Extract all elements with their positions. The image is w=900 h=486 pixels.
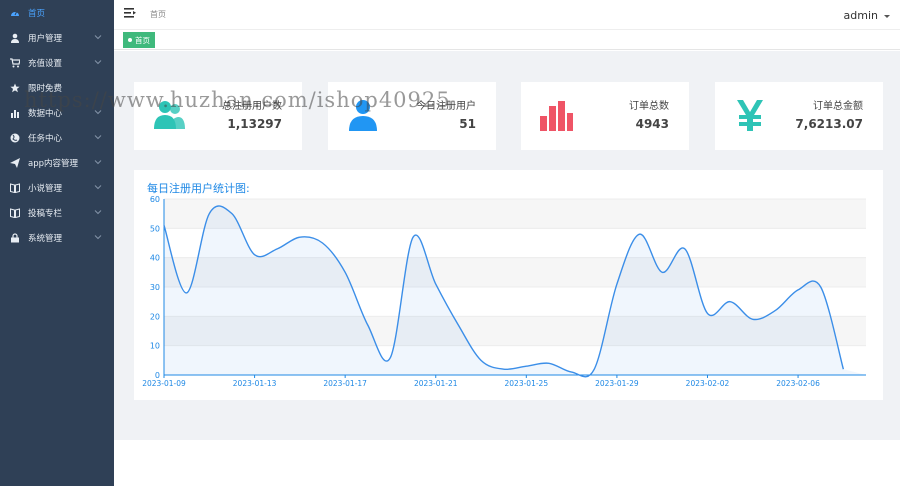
y-tick-label: 60 bbox=[150, 195, 160, 204]
top-header: 首页 admin bbox=[114, 0, 900, 30]
x-tick-label: 2023-01-17 bbox=[323, 379, 367, 388]
chevron-down-icon bbox=[94, 133, 102, 141]
sidebar-item-label: 用户管理 bbox=[28, 33, 63, 44]
x-tick-label: 2023-02-02 bbox=[686, 379, 730, 388]
dashboard-icon bbox=[9, 7, 20, 18]
stat-value: 7,6213.07 bbox=[795, 117, 863, 131]
yen-icon bbox=[737, 100, 763, 131]
grid-band bbox=[164, 199, 866, 229]
x-tick-label: 2023-01-13 bbox=[233, 379, 277, 388]
y-tick-label: 30 bbox=[150, 283, 160, 292]
sidebar-item-label: app内容管理 bbox=[28, 158, 79, 169]
stat-card-order-count: 订单总数 4943 bbox=[521, 82, 689, 150]
registration-chart-panel: 0 10 20 30 40 50 60 2023-01-09 2023-01-13 2023-01… bbox=[134, 170, 883, 400]
bar-chart-icon bbox=[540, 101, 573, 131]
x-tick-label: 2023-01-09 bbox=[142, 379, 186, 388]
sidebar-item-label: 任务中心 bbox=[28, 133, 63, 144]
sidebar: 首页 用户管理 充值设置 限时免费 数据中心 任务中心 app内容管理 小说管理 投稿专栏 系统管… bbox=[0, 0, 114, 486]
send-icon bbox=[9, 157, 20, 168]
registration-chart: 01020304050602023-01-09 2023-01-13 2023-01… bbox=[142, 195, 866, 388]
sidebar-item[interactable]: 系统管理 bbox=[0, 225, 114, 250]
sidebar-item-label: 小说管理 bbox=[28, 183, 63, 194]
tab-bar: 首页 bbox=[114, 30, 900, 50]
stat-value: 1,13297 bbox=[227, 117, 282, 131]
x-tick-label: 2023-01-29 bbox=[595, 379, 639, 388]
book-icon bbox=[9, 182, 20, 193]
sidebar-item-label: 充值设置 bbox=[28, 58, 63, 69]
page-footer-area bbox=[114, 440, 900, 486]
chevron-down-icon bbox=[94, 208, 102, 216]
sidebar-item[interactable]: app内容管理 bbox=[0, 150, 114, 175]
x-tick-label: 2023-01-21 bbox=[414, 379, 458, 388]
x-tick-label: 2023-01-25 bbox=[505, 379, 549, 388]
sidebar-item[interactable]: 投稿专栏 bbox=[0, 200, 114, 225]
sidebar-item-label: 系统管理 bbox=[28, 233, 63, 244]
bar-chart-icon bbox=[9, 107, 20, 118]
book-icon bbox=[9, 207, 20, 218]
sidebar-item[interactable]: 首页 bbox=[0, 0, 114, 25]
stat-value: 51 bbox=[459, 117, 476, 131]
chevron-down-icon bbox=[94, 158, 102, 166]
sidebar-menu: 首页 用户管理 充值设置 限时免费 数据中心 任务中心 app内容管理 小说管理 投稿专栏 系统管… bbox=[0, 0, 114, 250]
caret-down-icon bbox=[884, 14, 890, 18]
username: admin bbox=[843, 9, 878, 22]
user-icon bbox=[9, 32, 20, 43]
y-tick-label: 50 bbox=[150, 224, 160, 233]
star-icon bbox=[9, 82, 20, 93]
y-tick-label: 10 bbox=[150, 342, 160, 351]
y-tick-label: 20 bbox=[150, 312, 160, 321]
tab-home[interactable]: 首页 bbox=[123, 32, 155, 48]
sidebar-item[interactable]: 充值设置 bbox=[0, 50, 114, 75]
breadcrumb[interactable]: 首页 bbox=[150, 9, 166, 20]
stat-label: 订单总数 bbox=[629, 101, 669, 112]
chevron-down-icon bbox=[94, 33, 102, 41]
sidebar-item[interactable]: 任务中心 bbox=[0, 125, 114, 150]
chevron-down-icon bbox=[94, 58, 102, 66]
chart-title: 每日注册用户统计图: bbox=[147, 182, 250, 195]
tab-dot-icon bbox=[128, 38, 132, 42]
stat-value: 4943 bbox=[635, 117, 669, 131]
menu-toggle-icon[interactable] bbox=[124, 7, 136, 19]
stat-card-order-amount: 订单总金额 7,6213.07 bbox=[715, 82, 883, 150]
series-area bbox=[164, 205, 866, 377]
globe-icon bbox=[9, 132, 20, 143]
chevron-down-icon bbox=[94, 233, 102, 241]
cart-icon bbox=[9, 57, 20, 68]
sidebar-item[interactable]: 用户管理 bbox=[0, 25, 114, 50]
stat-label: 订单总金额 bbox=[813, 101, 863, 112]
watermark-text: https://www.huzhan.com/ishop40925 bbox=[24, 88, 451, 112]
y-tick-label: 40 bbox=[150, 254, 160, 263]
chevron-down-icon bbox=[94, 183, 102, 191]
tab-label: 首页 bbox=[135, 35, 150, 45]
sidebar-item-label: 首页 bbox=[28, 8, 46, 19]
lock-icon bbox=[9, 232, 20, 243]
user-menu[interactable]: admin bbox=[844, 9, 890, 22]
sidebar-item[interactable]: 小说管理 bbox=[0, 175, 114, 200]
sidebar-item-label: 投稿专栏 bbox=[28, 208, 63, 219]
x-tick-label: 2023-02-06 bbox=[776, 379, 820, 388]
